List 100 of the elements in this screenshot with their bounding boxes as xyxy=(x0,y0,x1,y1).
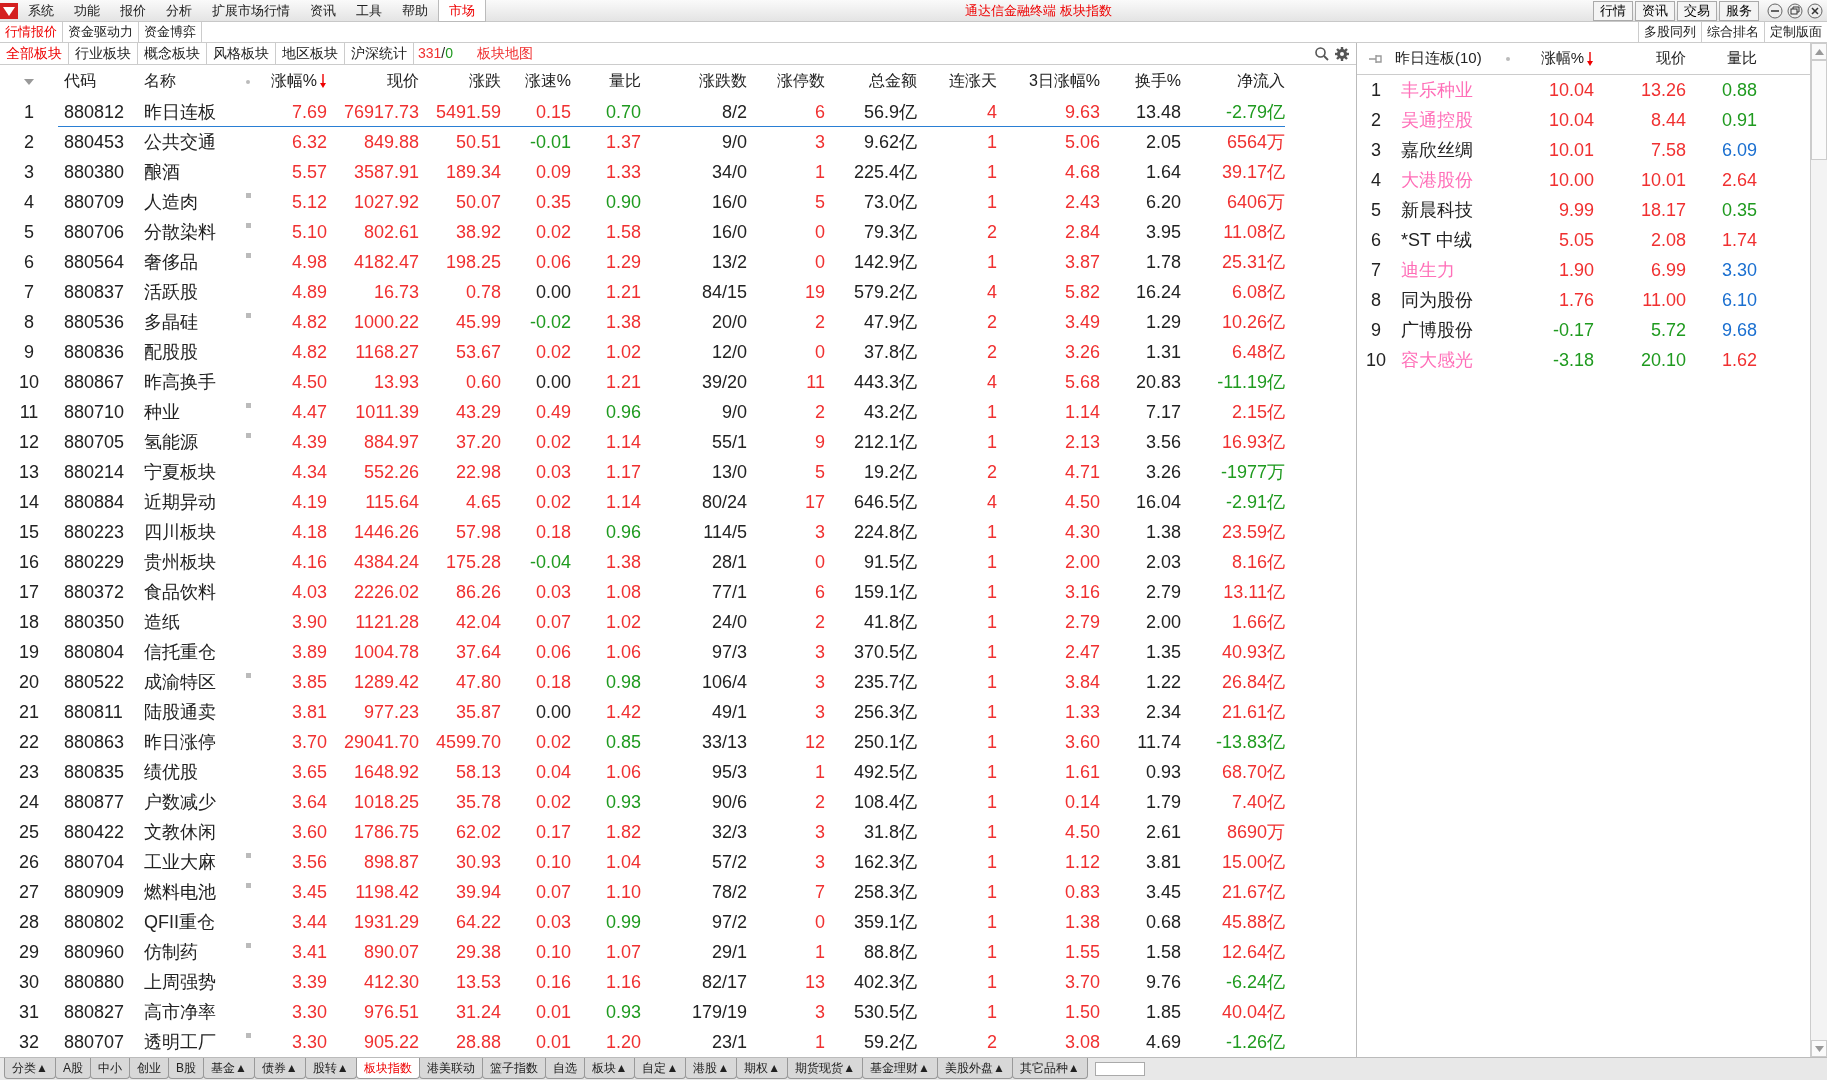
column-header[interactable]: 涨跌 xyxy=(469,69,501,93)
column-header[interactable]: 涨停数 xyxy=(777,69,825,93)
category-tab[interactable]: 概念板块 xyxy=(138,43,207,64)
restore-icon[interactable] xyxy=(1787,2,1803,19)
market-tab[interactable]: 分类▲ xyxy=(4,1058,56,1079)
toolbar-button[interactable]: 行情 xyxy=(1593,0,1633,21)
layout-button[interactable]: 综合排名 xyxy=(1701,22,1764,42)
toolbar-button[interactable]: 服务 xyxy=(1719,0,1759,21)
market-tab[interactable]: 创业 xyxy=(128,1058,169,1079)
market-tab[interactable]: 基金▲ xyxy=(202,1058,255,1079)
menu-item[interactable]: 工具 xyxy=(346,0,392,21)
category-tab[interactable]: 行业板块 xyxy=(69,43,138,64)
table-cell-text: 35.78 xyxy=(454,790,501,814)
table-cell-text: 880909 xyxy=(63,880,126,904)
market-tab[interactable]: 其它品种▲ xyxy=(1011,1058,1088,1079)
menu-item[interactable]: 功能 xyxy=(64,0,110,21)
market-tab[interactable]: 板块指数 xyxy=(355,1058,420,1079)
column-header[interactable]: 总金额 xyxy=(869,69,917,93)
market-tab[interactable]: 自定▲ xyxy=(634,1058,687,1079)
market-tab[interactable]: 基金理财▲ xyxy=(862,1058,938,1079)
panel-title: 昨日连板(10) xyxy=(1395,48,1482,69)
layout-button[interactable]: 多股同列 xyxy=(1638,22,1701,42)
column-header[interactable]: 代码 xyxy=(64,69,96,93)
table-cell-text: 802.61 xyxy=(362,220,419,244)
close-icon[interactable] xyxy=(1807,2,1823,19)
toolbar-button[interactable]: 资讯 xyxy=(1635,0,1675,21)
category-tab[interactable]: 风格板块 xyxy=(207,43,276,64)
market-tab[interactable]: 股转▲ xyxy=(304,1058,357,1079)
stock-name[interactable]: 新晨科技 xyxy=(1395,196,1510,224)
menu-tab[interactable]: 市场 xyxy=(438,0,486,22)
column-header[interactable]: 换手% xyxy=(1134,69,1181,93)
scrollbar[interactable] xyxy=(1810,43,1827,1057)
column-header[interactable]: 涨跌数 xyxy=(699,69,747,93)
stock-name[interactable]: 嘉欣丝绸 xyxy=(1395,136,1510,164)
scroll-up-icon[interactable] xyxy=(1814,48,1824,55)
market-tab[interactable]: A股 xyxy=(54,1058,91,1079)
market-tab[interactable]: 中小 xyxy=(89,1058,130,1079)
column-header[interactable]: 净流入 xyxy=(1237,69,1285,93)
table-cell-text: 24/0 xyxy=(710,610,747,634)
table-cell-text: 11.74 xyxy=(1136,730,1181,754)
menu-item[interactable]: 分析 xyxy=(156,0,202,21)
table-cell-text: 443.3亿 xyxy=(852,370,917,394)
column-header[interactable]: 涨速% xyxy=(524,69,571,93)
menu-item[interactable]: 帮助 xyxy=(392,0,438,21)
column-header[interactable]: 涨幅% xyxy=(270,69,327,93)
column-header[interactable]: 名称 xyxy=(144,69,176,93)
menu-item[interactable]: 报价 xyxy=(110,0,156,21)
table-cell-text: 11.00 xyxy=(1641,288,1686,312)
market-tab[interactable]: 板块▲ xyxy=(583,1058,636,1079)
column-header[interactable]: 涨幅% xyxy=(1540,47,1594,70)
column-header[interactable]: 量比 xyxy=(609,69,641,93)
row-number: 2 xyxy=(23,130,35,154)
table-cell-text: 12 xyxy=(803,730,825,754)
table-cell-text: 活跃股 xyxy=(143,280,199,304)
horizontal-scrollbar[interactable] xyxy=(1094,1062,1145,1076)
category-tab[interactable]: 沪深统计 xyxy=(345,43,414,64)
view-tab[interactable]: 资金驱动力 xyxy=(63,22,139,42)
scroll-down-icon[interactable] xyxy=(1814,1045,1824,1052)
table-cell-text: 880802 xyxy=(63,910,126,934)
layout-button[interactable]: 定制版面 xyxy=(1764,22,1827,42)
scroll-down-button[interactable] xyxy=(1811,1040,1827,1057)
table-cell-text: 4.82 xyxy=(290,310,327,334)
view-tab[interactable]: 资金博弈 xyxy=(139,22,202,42)
table-cell-text: 工业大麻 xyxy=(143,850,217,874)
menu-item[interactable]: 系统 xyxy=(18,0,64,21)
stock-name[interactable]: *ST 中绒 xyxy=(1395,226,1510,254)
stock-name[interactable]: 广博股份 xyxy=(1395,316,1510,344)
table-cell-text: 2.05 xyxy=(1144,130,1181,154)
table-cell-text: 5 xyxy=(814,190,825,214)
view-tab[interactable]: 行情报价 xyxy=(0,22,63,42)
category-tab[interactable]: 地区板块 xyxy=(276,43,345,64)
minimize-icon[interactable] xyxy=(1767,2,1783,19)
column-header[interactable]: 连涨天 xyxy=(949,69,997,93)
column-header[interactable]: 现价 xyxy=(1656,47,1686,70)
menu-item[interactable]: 扩展市场行情 xyxy=(202,0,300,21)
market-tab[interactable]: 债券▲ xyxy=(253,1058,306,1079)
market-tab[interactable]: 自选 xyxy=(544,1058,585,1079)
scroll-up-button[interactable] xyxy=(1811,43,1827,60)
toolbar-button[interactable]: 交易 xyxy=(1677,0,1717,21)
market-tab[interactable]: B股 xyxy=(167,1058,204,1079)
search-icon[interactable] xyxy=(1314,45,1330,62)
stock-name[interactable]: 同为股份 xyxy=(1395,286,1510,314)
table-cell-text: 898.87 xyxy=(362,850,419,874)
menu-item[interactable]: 资讯 xyxy=(300,0,346,21)
column-header[interactable]: 量比 xyxy=(1727,47,1757,70)
table-cell-text: 359.1亿 xyxy=(852,910,917,934)
market-tab[interactable]: 港美联动 xyxy=(418,1058,483,1079)
market-tab[interactable]: 美股外盘▲ xyxy=(936,1058,1013,1079)
column-header[interactable]: 3日涨幅% xyxy=(1028,69,1100,93)
category-tab[interactable]: 全部板块 xyxy=(0,43,69,64)
column-header[interactable]: 现价 xyxy=(387,69,419,93)
settings-icon[interactable] xyxy=(1334,45,1350,62)
scrollbar-thumb[interactable] xyxy=(1811,60,1827,160)
market-tab[interactable]: 期权▲ xyxy=(736,1058,789,1079)
market-tab[interactable]: 篮子指数 xyxy=(481,1058,546,1079)
map-link[interactable]: 板块地图 xyxy=(477,43,534,64)
pin-icon[interactable] xyxy=(1368,54,1384,65)
market-tab[interactable]: 港股▲ xyxy=(685,1058,738,1079)
market-tab[interactable]: 期货现货▲ xyxy=(787,1058,864,1079)
dropdown-icon[interactable] xyxy=(23,77,35,86)
